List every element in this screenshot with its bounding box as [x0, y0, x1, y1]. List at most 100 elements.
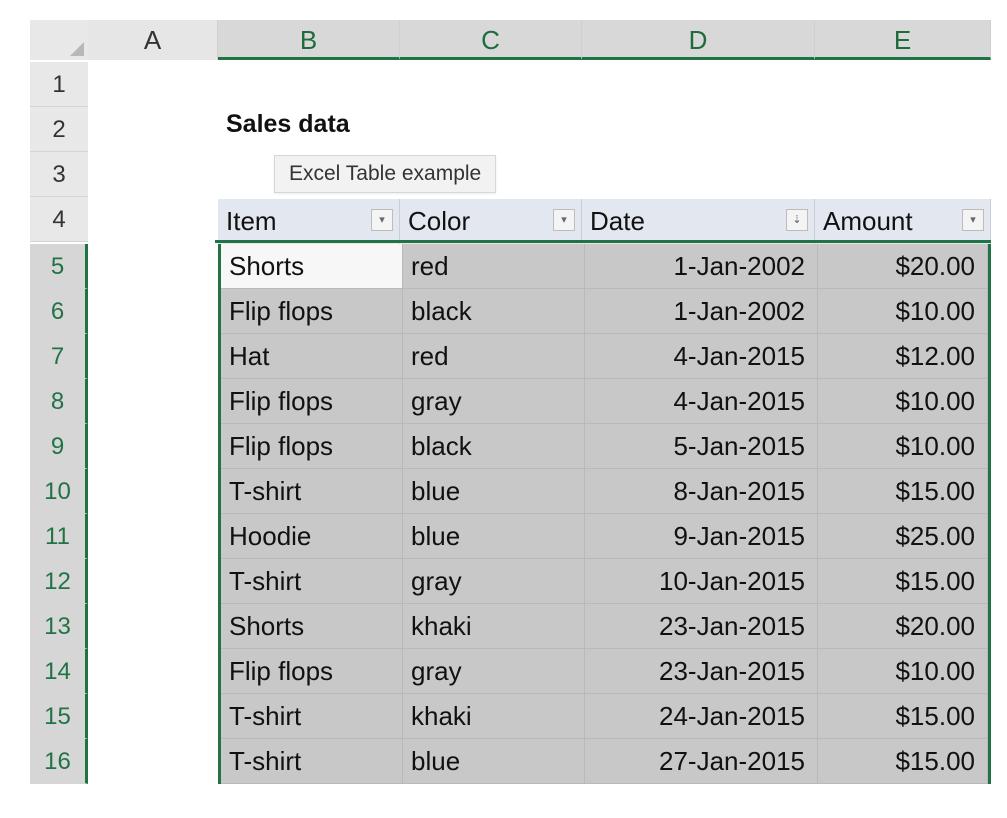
table-row: Hat red 4-Jan-2015 $12.00: [221, 334, 988, 379]
table-row: T-shirt blue 8-Jan-2015 $15.00: [221, 469, 988, 514]
item-cell[interactable]: T-shirt: [221, 469, 403, 514]
date-cell[interactable]: 4-Jan-2015: [585, 334, 818, 379]
table-header-row: Item ▾ Color ▾ Date ⇣ Amount ▾: [218, 199, 991, 244]
amount-cell[interactable]: $15.00: [818, 739, 988, 784]
sheet-title[interactable]: Sales data: [226, 110, 350, 139]
table-body: Shorts red 1-Jan-2002 $20.00 Flip flops black…: [218, 244, 991, 784]
row-header-9[interactable]: 9: [30, 424, 88, 469]
item-cell[interactable]: Shorts: [221, 244, 403, 289]
color-cell[interactable]: khaki: [403, 694, 585, 739]
date-cell[interactable]: 8-Jan-2015: [585, 469, 818, 514]
color-cell[interactable]: blue: [403, 469, 585, 514]
amount-cell[interactable]: $12.00: [818, 334, 988, 379]
row-header-16[interactable]: 16: [30, 739, 88, 784]
color-cell[interactable]: gray: [403, 649, 585, 694]
table-row: Shorts red 1-Jan-2002 $20.00: [221, 244, 988, 289]
amount-cell[interactable]: $25.00: [818, 514, 988, 559]
color-cell[interactable]: red: [403, 334, 585, 379]
table-row: Flip flops gray 4-Jan-2015 $10.00: [221, 379, 988, 424]
amount-cell[interactable]: $10.00: [818, 379, 988, 424]
header-label: Date: [590, 206, 645, 236]
row-header-4[interactable]: 4: [30, 197, 88, 242]
date-cell[interactable]: 10-Jan-2015: [585, 559, 818, 604]
row-header-6[interactable]: 6: [30, 289, 88, 334]
row-header-8[interactable]: 8: [30, 379, 88, 424]
filter-dropdown-icon[interactable]: ▾: [371, 209, 393, 231]
date-cell[interactable]: 27-Jan-2015: [585, 739, 818, 784]
sort-filter-icon[interactable]: ⇣: [786, 209, 808, 231]
item-cell[interactable]: Hat: [221, 334, 403, 379]
amount-cell[interactable]: $10.00: [818, 424, 988, 469]
date-cell[interactable]: 23-Jan-2015: [585, 604, 818, 649]
spreadsheet-grid: A B C D E 1 2 3 4 5 6 7 8 9 10 11 12 13 …: [0, 0, 1007, 818]
item-cell[interactable]: Hoodie: [221, 514, 403, 559]
header-label: Amount: [823, 206, 913, 236]
item-cell[interactable]: Shorts: [221, 604, 403, 649]
filter-dropdown-icon[interactable]: ▾: [962, 209, 984, 231]
color-cell[interactable]: khaki: [403, 604, 585, 649]
date-cell[interactable]: 9-Jan-2015: [585, 514, 818, 559]
amount-cell[interactable]: $15.00: [818, 559, 988, 604]
header-label: Item: [226, 206, 277, 236]
color-cell[interactable]: blue: [403, 514, 585, 559]
item-cell[interactable]: Flip flops: [221, 649, 403, 694]
table-header-cell[interactable]: Amount ▾: [815, 199, 991, 244]
color-cell[interactable]: blue: [403, 739, 585, 784]
amount-cell[interactable]: $10.00: [818, 289, 988, 334]
table-header-cell[interactable]: Item ▾: [218, 199, 400, 244]
table-row: Flip flops black 1-Jan-2002 $10.00: [221, 289, 988, 334]
table-row: T-shirt blue 27-Jan-2015 $15.00: [221, 739, 988, 784]
color-cell[interactable]: gray: [403, 379, 585, 424]
table-row: Hoodie blue 9-Jan-2015 $25.00: [221, 514, 988, 559]
item-cell[interactable]: Flip flops: [221, 424, 403, 469]
item-cell[interactable]: Flip flops: [221, 379, 403, 424]
column-header-a[interactable]: A: [88, 20, 218, 60]
row-header-2[interactable]: 2: [30, 107, 88, 152]
amount-cell[interactable]: $20.00: [818, 604, 988, 649]
table-row: Flip flops gray 23-Jan-2015 $10.00: [221, 649, 988, 694]
row-header-13[interactable]: 13: [30, 604, 88, 649]
date-cell[interactable]: 4-Jan-2015: [585, 379, 818, 424]
table-row: Shorts khaki 23-Jan-2015 $20.00: [221, 604, 988, 649]
row-header-3[interactable]: 3: [30, 152, 88, 197]
item-cell[interactable]: Flip flops: [221, 289, 403, 334]
column-header-b[interactable]: B: [218, 20, 400, 60]
color-cell[interactable]: red: [403, 244, 585, 289]
color-cell[interactable]: black: [403, 289, 585, 334]
select-all-corner[interactable]: [30, 20, 89, 60]
row-header-14[interactable]: 14: [30, 649, 88, 694]
column-header-c[interactable]: C: [400, 20, 582, 60]
filter-dropdown-icon[interactable]: ▾: [553, 209, 575, 231]
row-header-1[interactable]: 1: [30, 62, 88, 107]
item-cell[interactable]: T-shirt: [221, 739, 403, 784]
row-header-15[interactable]: 15: [30, 694, 88, 739]
date-cell[interactable]: 1-Jan-2002: [585, 244, 818, 289]
date-cell[interactable]: 24-Jan-2015: [585, 694, 818, 739]
row-header-11[interactable]: 11: [30, 514, 88, 559]
item-cell[interactable]: T-shirt: [221, 559, 403, 604]
table-header-cell[interactable]: Color ▾: [400, 199, 582, 244]
row-header-12[interactable]: 12: [30, 559, 88, 604]
amount-cell[interactable]: $10.00: [818, 649, 988, 694]
color-cell[interactable]: gray: [403, 559, 585, 604]
selection-border-top: [215, 240, 991, 243]
color-cell[interactable]: black: [403, 424, 585, 469]
date-cell[interactable]: 5-Jan-2015: [585, 424, 818, 469]
row-header-7[interactable]: 7: [30, 334, 88, 379]
date-cell[interactable]: 1-Jan-2002: [585, 289, 818, 334]
row-header-5[interactable]: 5: [30, 244, 88, 289]
amount-cell[interactable]: $15.00: [818, 469, 988, 514]
header-label: Color: [408, 206, 471, 236]
amount-cell[interactable]: $20.00: [818, 244, 988, 289]
row-header-10[interactable]: 10: [30, 469, 88, 514]
date-cell[interactable]: 23-Jan-2015: [585, 649, 818, 694]
select-all-icon: [70, 42, 84, 56]
table-row: Flip flops black 5-Jan-2015 $10.00: [221, 424, 988, 469]
item-cell[interactable]: T-shirt: [221, 694, 403, 739]
column-header-d[interactable]: D: [582, 20, 815, 60]
amount-cell[interactable]: $15.00: [818, 694, 988, 739]
table-tooltip: Excel Table example: [274, 155, 497, 193]
table-row: T-shirt khaki 24-Jan-2015 $15.00: [221, 694, 988, 739]
table-header-cell[interactable]: Date ⇣: [582, 199, 815, 244]
column-header-e[interactable]: E: [815, 20, 991, 60]
